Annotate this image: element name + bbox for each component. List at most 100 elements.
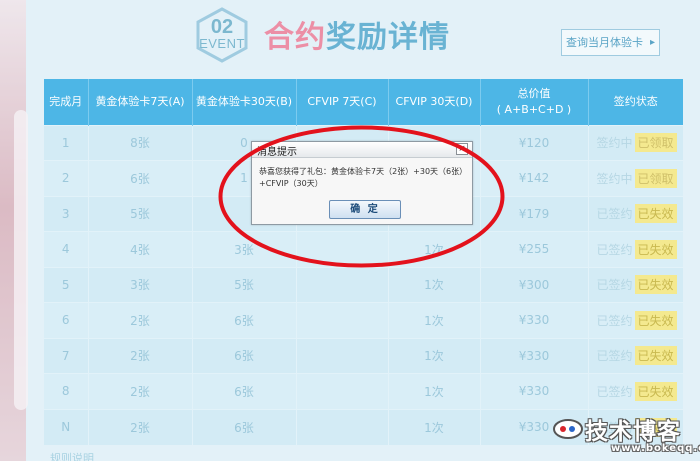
status-badge[interactable]: 已领取 xyxy=(634,133,677,153)
reward-table-container: 完成月 黄金体验卡7天(A) 黄金体验卡30天(B) CFVIP 7天(C) C… xyxy=(44,79,683,445)
cell-vip7 xyxy=(296,337,389,374)
cell-gold7: 2张 xyxy=(88,408,193,445)
cell-month: 8 xyxy=(44,373,89,409)
cell-month: 5 xyxy=(44,266,89,303)
cell-gold30: 5张 xyxy=(192,266,297,303)
cell-total: ¥300 xyxy=(480,266,589,303)
cell-month: 2 xyxy=(44,160,89,196)
cell-gold30: 6张 xyxy=(192,408,297,445)
cell-gold7: 2张 xyxy=(88,373,193,409)
status-badge: 已失效 xyxy=(634,381,677,401)
close-icon[interactable]: × xyxy=(456,143,468,155)
cell-gold7: 4张 xyxy=(88,231,193,267)
decorative-side-strip xyxy=(0,0,28,461)
page-title-part2: 奖励详情 xyxy=(326,20,450,55)
message-dialog: 消息提示 × 恭喜您获得了礼包：黄金体验卡7天（2张）+30天（6张）+CFVI… xyxy=(251,141,473,225)
cell-gold30: 6张 xyxy=(192,337,297,374)
cell-vip30: 1次 xyxy=(388,302,481,338)
cell-vip7 xyxy=(296,231,389,267)
table-row: 6 2张 6张 1次 ¥330 已签约 已失效 xyxy=(44,302,683,338)
cell-status: 已签约 已失效 xyxy=(588,373,683,409)
cell-gold7: 3张 xyxy=(88,266,193,303)
cell-total: ¥120 xyxy=(480,124,589,161)
cell-total: ¥330 xyxy=(480,302,589,338)
cell-month: 3 xyxy=(44,195,89,232)
dialog-message: 恭喜您获得了礼包：黄金体验卡7天（2张）+30天（6张）+CFVIP（30天） xyxy=(259,167,464,188)
cell-month: N xyxy=(44,408,89,445)
cell-gold7: 2张 xyxy=(88,302,193,338)
decorative-side-inner xyxy=(14,110,28,410)
cell-status: 已签约 已失效 xyxy=(588,302,683,338)
cell-total: ¥179 xyxy=(480,195,589,232)
page-title-part1: 合约 xyxy=(264,20,326,55)
cell-vip7 xyxy=(296,373,389,409)
col-header-gold7: 黄金体验卡7天(A) xyxy=(88,79,193,125)
table-header-row: 完成月 黄金体验卡7天(A) 黄金体验卡30天(B) CFVIP 7天(C) C… xyxy=(44,79,683,125)
cell-gold30: 6张 xyxy=(192,302,297,338)
status-badge: 已失效 xyxy=(634,239,677,259)
page-title: 合约奖励详情 xyxy=(264,12,450,55)
signed-text: 已签约 xyxy=(596,242,633,257)
signed-text: 已签约 xyxy=(596,384,633,399)
cell-month: 4 xyxy=(44,231,89,267)
cell-month: 7 xyxy=(44,337,89,374)
col-header-vip30: CFVIP 30天(D) xyxy=(388,79,481,125)
signed-text: 已签约 xyxy=(596,313,633,328)
badge-text: EVENT xyxy=(199,36,245,51)
col-header-gold30: 黄金体验卡30天(B) xyxy=(192,79,297,125)
cell-status: 签约中 已领取 xyxy=(588,160,683,196)
cell-gold7: 8张 xyxy=(88,124,193,161)
dialog-title: 消息提示 xyxy=(257,147,297,158)
cell-status: 已签约 已失效 xyxy=(588,266,683,303)
cell-status: 已签约 已失效 xyxy=(588,195,683,232)
query-button-label: 查询当月体验卡 xyxy=(566,36,643,49)
watermark: 技术博客 www.bokeqq.com xyxy=(551,411,700,459)
cell-total: ¥330 xyxy=(480,337,589,374)
dialog-titlebar[interactable]: 消息提示 × xyxy=(252,142,472,158)
cell-month: 6 xyxy=(44,302,89,338)
table-row: 5 3张 5张 1次 ¥300 已签约 已失效 xyxy=(44,266,683,303)
cell-gold7: 5张 xyxy=(88,195,193,232)
cell-gold7: 2张 xyxy=(88,337,193,374)
cell-vip30: 1次 xyxy=(388,373,481,409)
cell-vip7 xyxy=(296,266,389,303)
col-header-vip7: CFVIP 7天(C) xyxy=(296,79,389,125)
cell-month: 1 xyxy=(44,124,89,161)
signed-text: 已签约 xyxy=(596,349,633,364)
cell-total: ¥330 xyxy=(480,373,589,409)
table-row: 8 2张 6张 1次 ¥330 已签约 已失效 xyxy=(44,373,683,409)
query-monthly-card-button[interactable]: 查询当月体验卡 ▸ xyxy=(561,29,660,56)
event-badge: 02 EVENT xyxy=(193,6,251,64)
watermark-url: www.bokeqq.com xyxy=(611,443,700,454)
col-header-status: 签约状态 xyxy=(588,79,683,125)
cell-vip30: 1次 xyxy=(388,408,481,445)
cell-status: 已签约 已失效 xyxy=(588,231,683,267)
cell-vip7 xyxy=(296,302,389,338)
cell-gold7: 6张 xyxy=(88,160,193,196)
table-row: 7 2张 6张 1次 ¥330 已签约 已失效 xyxy=(44,337,683,374)
status-badge: 已失效 xyxy=(634,275,677,295)
signed-text: 签约中 xyxy=(596,136,633,151)
chat-bubble-logo-icon xyxy=(553,419,583,439)
status-badge[interactable]: 已领取 xyxy=(634,168,677,188)
reward-table: 完成月 黄金体验卡7天(A) 黄金体验卡30天(B) CFVIP 7天(C) C… xyxy=(44,79,683,445)
signed-text: 已签约 xyxy=(596,207,633,222)
cell-status: 已签约 已失效 xyxy=(588,337,683,374)
cell-total: ¥255 xyxy=(480,231,589,267)
status-badge: 已失效 xyxy=(634,204,677,224)
cell-vip30: 1次 xyxy=(388,266,481,303)
status-badge: 已失效 xyxy=(634,346,677,366)
table-row: 4 4张 3张 1次 ¥255 已签约 已失效 xyxy=(44,231,683,267)
cell-vip30: 1次 xyxy=(388,231,481,267)
cell-vip7 xyxy=(296,408,389,445)
cell-gold30: 3张 xyxy=(192,231,297,267)
cell-gold30: 6张 xyxy=(192,373,297,409)
rules-link[interactable]: 规则说明 xyxy=(50,450,94,461)
cell-status: 签约中 已领取 xyxy=(588,124,683,161)
signed-text: 已签约 xyxy=(596,278,633,293)
cell-vip30: 1次 xyxy=(388,337,481,374)
confirm-button[interactable]: 确 定 xyxy=(329,200,401,219)
signed-text: 签约中 xyxy=(596,171,633,186)
cell-total: ¥142 xyxy=(480,160,589,196)
watermark-title: 技术博客 xyxy=(585,419,681,445)
